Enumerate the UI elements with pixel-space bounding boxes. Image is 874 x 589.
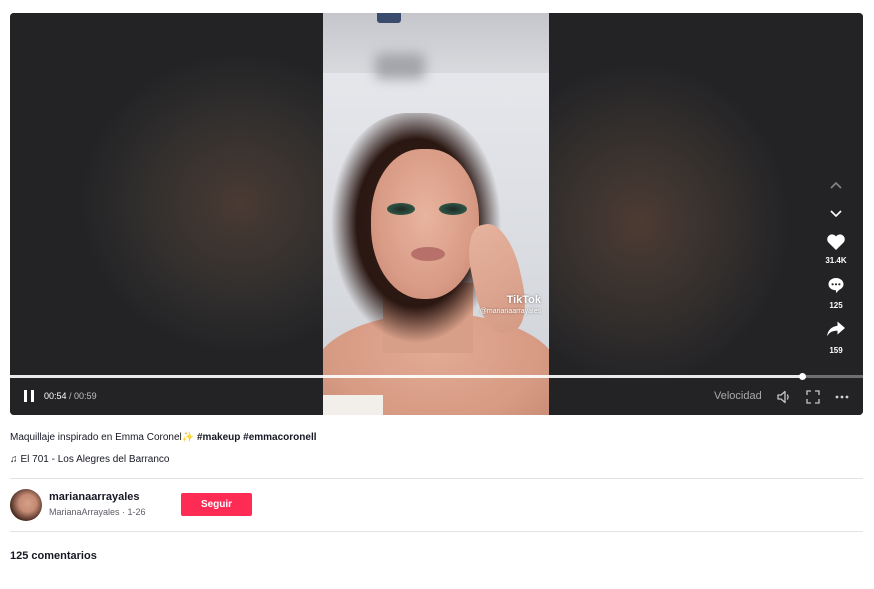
time-display: 00:54 / 00:59 xyxy=(44,391,97,401)
video-subject-face xyxy=(371,149,479,299)
heart-icon xyxy=(827,234,845,250)
tiktok-watermark: TikTok @marianaarrayales xyxy=(480,294,541,315)
share-arrow-icon xyxy=(827,321,845,337)
prev-video-button[interactable] xyxy=(825,176,847,194)
fullscreen-icon xyxy=(806,390,820,404)
avatar[interactable] xyxy=(10,489,42,521)
divider xyxy=(10,478,863,479)
pause-icon-bar xyxy=(31,390,34,402)
music-link[interactable]: ♫ El 701 - Los Alegres del Barranco xyxy=(10,454,169,465)
speaker-icon xyxy=(777,390,789,404)
comment-icon xyxy=(828,278,844,293)
speed-button[interactable]: Velocidad xyxy=(714,390,762,402)
blurred-background-right xyxy=(549,13,863,415)
author-username[interactable]: marianaarrayales xyxy=(49,491,140,503)
pause-icon-bar xyxy=(24,390,27,402)
current-time: 00:54 xyxy=(44,391,67,401)
pause-button[interactable] xyxy=(24,390,38,404)
music-note-icon: ♫ xyxy=(10,454,18,465)
time-separator: / xyxy=(66,391,75,401)
share-button[interactable] xyxy=(825,320,847,343)
like-button[interactable] xyxy=(825,233,847,256)
progress-bar[interactable] xyxy=(10,373,863,380)
music-title: El 701 - Los Alegres del Barranco xyxy=(20,454,170,465)
watermark-username: @marianaarrayales xyxy=(479,308,541,315)
watermark-logo: TikTok xyxy=(506,294,541,306)
comment-button[interactable] xyxy=(825,276,847,299)
comment-count: 125 xyxy=(829,301,843,310)
next-video-button[interactable] xyxy=(825,205,847,223)
hashtag-link[interactable]: #makeup xyxy=(197,432,240,443)
like-count: 31.4K xyxy=(825,256,847,265)
progress-fill xyxy=(10,375,802,378)
blurred-background-left xyxy=(10,13,323,415)
video-player[interactable]: TikTok @marianaarrayales 31.4K 125 159 0… xyxy=(10,13,863,415)
comments-count-heading: 125 comentarios xyxy=(10,550,97,562)
progress-knob[interactable] xyxy=(799,373,806,380)
follow-button[interactable]: Seguir xyxy=(181,493,252,516)
hashtag-link[interactable]: #emmacoronell xyxy=(243,432,316,443)
fullscreen-button[interactable] xyxy=(805,389,821,405)
video-frame[interactable]: TikTok @marianaarrayales xyxy=(323,13,549,415)
caption-text: Maquillaje inspirado en Emma Coronel xyxy=(10,432,182,443)
more-horizontal-icon xyxy=(835,395,849,399)
chevron-up-icon xyxy=(830,181,842,189)
author-meta: MarianaArrayales · 1-26 xyxy=(49,507,146,517)
chevron-down-icon xyxy=(830,210,842,218)
total-time: 00:59 xyxy=(74,391,97,401)
volume-button[interactable] xyxy=(776,389,792,405)
divider xyxy=(10,531,863,532)
share-count: 159 xyxy=(829,346,843,355)
sparkles-emoji: ✨ xyxy=(181,432,195,443)
more-options-button[interactable] xyxy=(834,389,850,405)
video-caption: Maquillaje inspirado en Emma Coronel✨ #m… xyxy=(10,432,317,443)
